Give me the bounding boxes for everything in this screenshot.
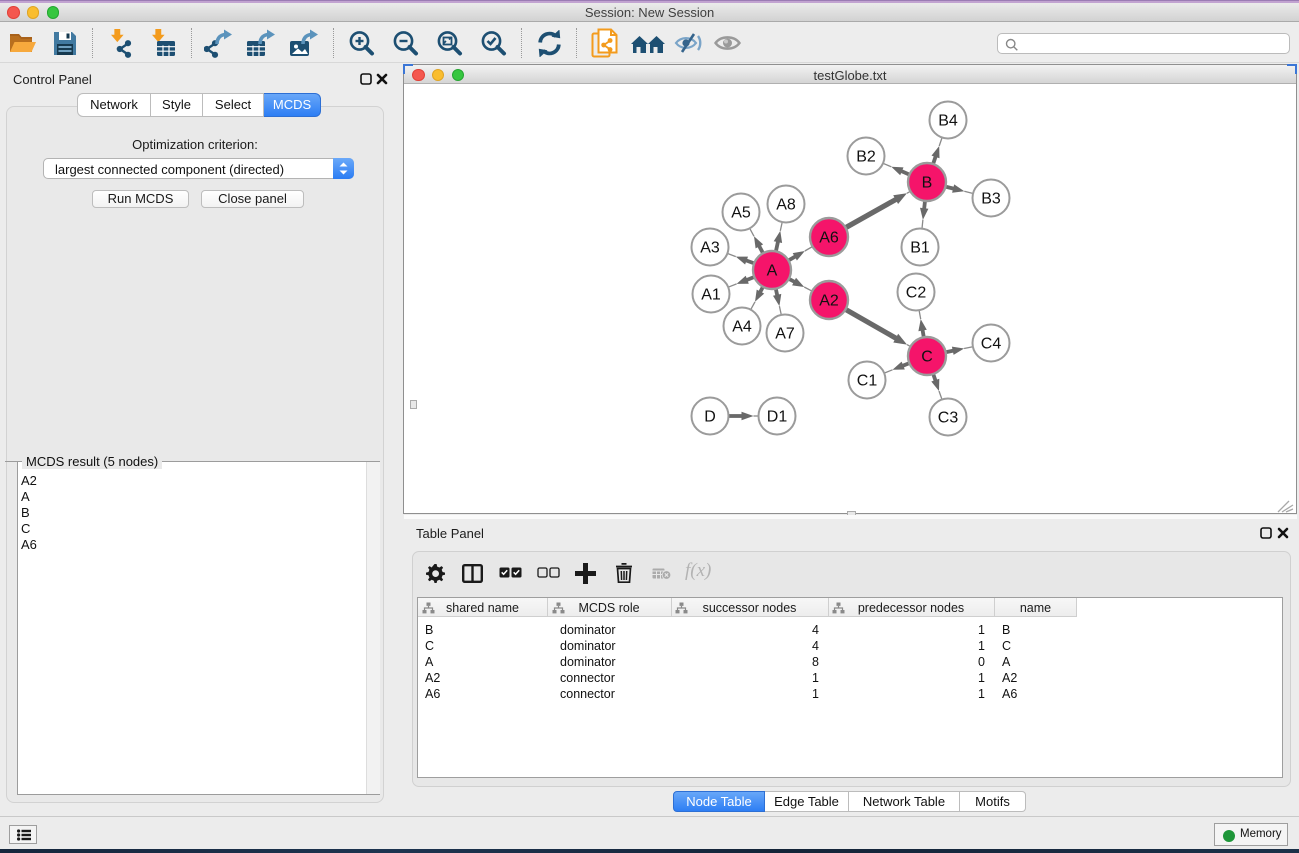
- svg-text:C4: C4: [981, 336, 1002, 353]
- svg-text:A3: A3: [700, 240, 720, 257]
- svg-text:B4: B4: [938, 113, 958, 130]
- svg-text:B1: B1: [910, 240, 930, 257]
- svg-text:A1: A1: [701, 287, 721, 304]
- svg-text:B3: B3: [981, 191, 1001, 208]
- svg-text:C1: C1: [857, 373, 878, 390]
- svg-text:C2: C2: [906, 285, 927, 302]
- svg-text:D: D: [704, 409, 716, 426]
- svg-text:A6: A6: [819, 230, 839, 247]
- svg-text:C: C: [921, 349, 933, 366]
- svg-text:B: B: [922, 175, 933, 192]
- svg-text:D1: D1: [767, 409, 788, 426]
- svg-text:A: A: [767, 263, 778, 280]
- svg-text:A8: A8: [776, 197, 796, 214]
- svg-text:A7: A7: [775, 326, 795, 343]
- svg-text:A5: A5: [731, 205, 751, 222]
- svg-text:A2: A2: [819, 293, 839, 310]
- svg-text:B2: B2: [856, 149, 876, 166]
- svg-text:C3: C3: [938, 410, 959, 427]
- svg-text:A4: A4: [732, 319, 752, 336]
